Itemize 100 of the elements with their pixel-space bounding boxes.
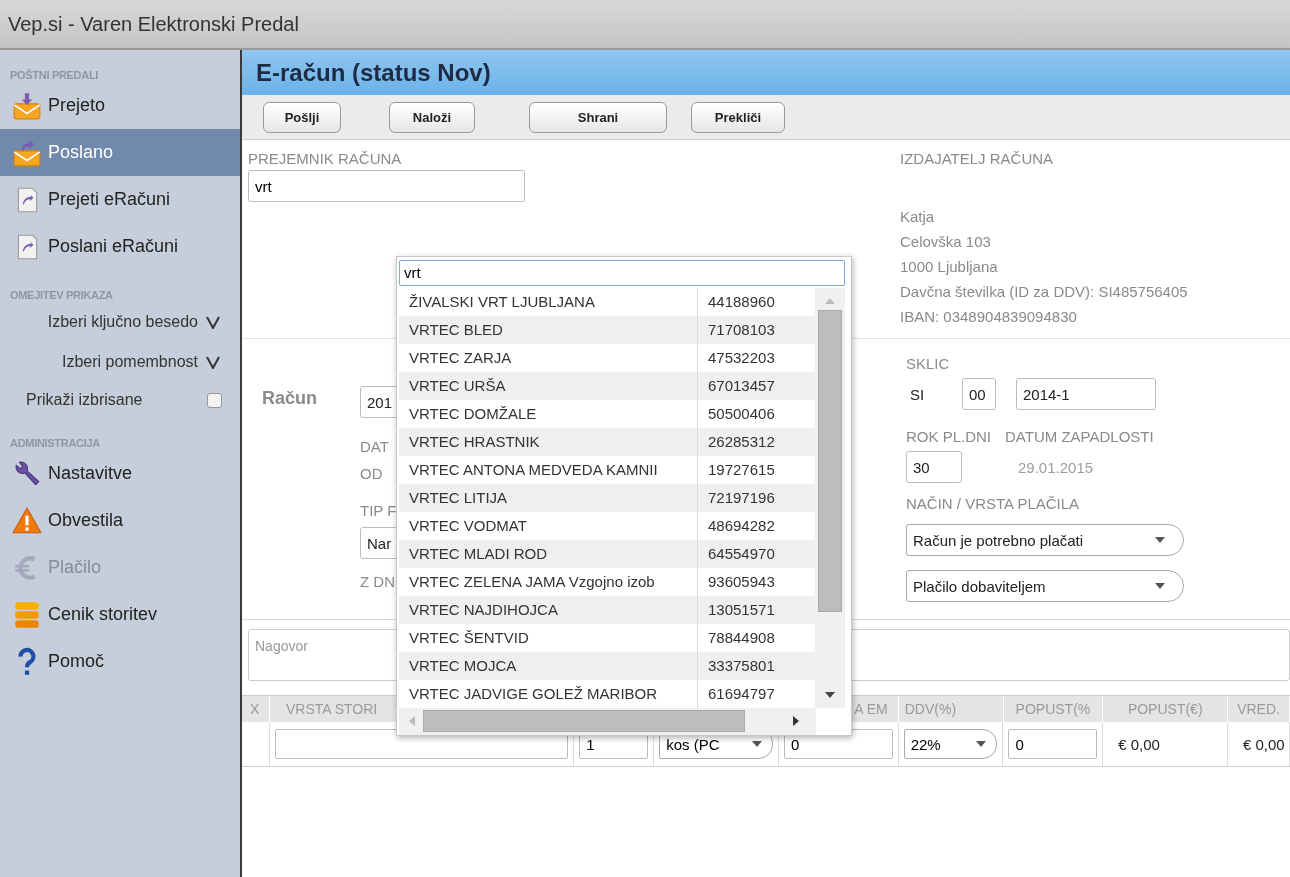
- sidebar-item[interactable]: Obvestila: [0, 497, 240, 544]
- search-field[interactable]: vrt: [399, 260, 845, 286]
- scrollbar[interactable]: [399, 707, 816, 735]
- section-heading: POŠTNI PREDALI: [9, 68, 100, 82]
- company-name: VRTEC ZARJA: [399, 343, 698, 372]
- issuer-detail: 1000 Ljubljana: [900, 257, 999, 277]
- filter-dropdown[interactable]: Izberi ključno besedo: [47, 313, 198, 331]
- company-number: 64554970: [707, 545, 775, 563]
- result-row[interactable]: VRTEC ZARJA 47532203: [399, 343, 816, 372]
- company-number: 13051571: [707, 601, 775, 619]
- payment-days-field[interactable]: 30: [906, 451, 962, 483]
- company-number: 71708103: [707, 321, 775, 339]
- warning-icon: [12, 505, 42, 536]
- company-number: 44188960: [707, 293, 775, 311]
- dropdown-field[interactable]: 22%: [903, 729, 998, 759]
- table-cell-text: € 0,00: [1117, 735, 1160, 753]
- sidebar-item[interactable]: Pomoč: [0, 638, 240, 685]
- sidebar-item[interactable]: Prejeti eRačuni: [0, 176, 240, 223]
- result-row[interactable]: VRTEC MLADI ROD 64554970: [399, 539, 816, 568]
- result-row[interactable]: ŽIVALSKI VRT LJUBLJANA 44188960: [399, 287, 816, 316]
- column-header: X: [242, 696, 270, 722]
- field-label: ROK PL.DNI: [906, 428, 992, 445]
- column-header: POPUST(%: [1003, 696, 1104, 722]
- company-name: VRTEC NAJDIHOJCA: [399, 595, 698, 624]
- company-number: 50500406: [707, 405, 775, 423]
- company-name: VRTEC URŠA: [399, 371, 698, 400]
- field-label: NAČIN / VRSTA PLAČILA: [906, 495, 1081, 512]
- field-label: PREJEMNIK RAČUNA: [248, 150, 403, 167]
- scroll-right-icon[interactable]: [793, 716, 799, 727]
- field-label: DATUM ZAPADLOSTI: [1005, 428, 1154, 445]
- sidebar-item[interactable]: Poslano: [0, 129, 240, 176]
- company-name: ŽIVALSKI VRT LJUBLJANA: [399, 287, 698, 316]
- caret-icon[interactable]: [206, 315, 220, 329]
- sidebar-item[interactable]: Cenik storitev: [0, 591, 240, 638]
- checkbox-label: Prikaži izbrisane: [26, 391, 143, 409]
- company-name: VRTEC BLED: [399, 315, 698, 344]
- scroll-thumb[interactable]: [818, 309, 843, 612]
- window-title: Vep.si - Varen Elektronski Predal: [8, 12, 299, 36]
- company-name: VRTEC HRASTNIK: [399, 427, 698, 456]
- caret-icon[interactable]: [206, 355, 220, 369]
- table-cell-text: € 0,00: [1242, 735, 1285, 753]
- reference-model-field[interactable]: 00: [962, 378, 996, 410]
- toolbar-button[interactable]: Shrani: [529, 101, 667, 133]
- company-name: VRTEC DOMŽALE: [399, 399, 698, 428]
- company-number: 33375801: [707, 657, 775, 675]
- column-header: VRED.: [1228, 696, 1290, 722]
- company-name: VRTEC MOJCA: [399, 651, 698, 680]
- scrollbar[interactable]: [815, 287, 845, 708]
- page-title: E-račun (status Nov): [256, 58, 491, 87]
- toolbar-button[interactable]: Pošlji: [263, 101, 341, 133]
- company-number: 93605943: [707, 573, 775, 591]
- result-row[interactable]: VRTEC HRASTNIK 26285312: [399, 427, 816, 456]
- company-name: VRTEC ŠENTVID: [399, 623, 698, 652]
- result-row[interactable]: VRTEC MOJCA 33375801: [399, 651, 816, 680]
- caret-icon: [1155, 537, 1165, 543]
- result-row[interactable]: VRTEC BLED 71708103: [399, 315, 816, 344]
- caret-icon: [1155, 583, 1165, 589]
- issuer-detail: Davčna številka (ID za DDV): SI485756405: [900, 282, 1188, 302]
- sidebar-item[interactable]: Poslani eRačuni: [0, 223, 240, 270]
- result-row[interactable]: VRTEC ANTONA MEDVEDA KAMNII 19727615: [399, 455, 816, 484]
- scroll-down-icon[interactable]: [825, 691, 836, 698]
- company-name: VRTEC JADVIGE GOLEŽ MARIBOR: [399, 679, 698, 708]
- field-label: IZDAJATELJ RAČUNA: [900, 150, 1055, 167]
- company-name: VRTEC VODMAT: [399, 511, 698, 540]
- input-field[interactable]: 0: [1008, 729, 1098, 759]
- field-label: SKLIC: [906, 355, 951, 372]
- column-header: DDV(%): [898, 696, 1004, 722]
- envelope-icon: [12, 137, 42, 168]
- company-name: VRTEC LITIJA: [399, 483, 698, 512]
- issuer-detail: Celovška 103: [900, 232, 992, 252]
- result-row[interactable]: VRTEC ZELENA JAMA Vzgojno izob 93605943: [399, 567, 816, 596]
- company-name: VRTEC ANTONA MEDVEDA KAMNII: [399, 455, 698, 484]
- company-number: 48694282: [707, 517, 775, 535]
- company-number: 19727615: [707, 461, 775, 479]
- result-row[interactable]: VRTEC NAJDIHOJCA 13051571: [399, 595, 816, 624]
- checkbox[interactable]: [207, 392, 222, 408]
- company-number: 67013457: [707, 377, 775, 395]
- scroll-left-icon[interactable]: [409, 716, 415, 727]
- recipient-field[interactable]: vrt: [248, 170, 525, 202]
- company-number: 26285312: [707, 433, 775, 451]
- sidebar-item[interactable]: Nastavitve: [0, 450, 240, 497]
- envelope-icon: [12, 90, 42, 121]
- toolbar-button[interactable]: Prekliči: [691, 101, 785, 133]
- company-number: 72197196: [707, 489, 775, 507]
- section-title: Račun: [262, 387, 318, 410]
- sidebar-item[interactable]: Prejeto: [0, 82, 240, 129]
- section-heading: ADMINISTRACIJA: [9, 436, 101, 450]
- issuer-detail: IBAN: 0348904839094830: [900, 307, 1078, 327]
- caret-icon: [751, 741, 762, 747]
- company-name: VRTEC MLADI ROD: [399, 539, 698, 568]
- scroll-up-icon[interactable]: [825, 297, 836, 304]
- caret-icon: [976, 741, 987, 747]
- scroll-thumb[interactable]: [423, 710, 745, 733]
- company-number: 78844908: [707, 629, 775, 647]
- result-row[interactable]: VRTEC URŠA 67013457: [399, 371, 816, 400]
- wrench-icon: [12, 458, 42, 489]
- toolbar-button[interactable]: Naloži: [389, 101, 475, 133]
- filter-dropdown[interactable]: Izberi pomembnost: [61, 353, 198, 371]
- result-row[interactable]: VRTEC LITIJA 72197196: [399, 483, 816, 512]
- reference-number-field[interactable]: 2014-1: [1016, 378, 1156, 410]
